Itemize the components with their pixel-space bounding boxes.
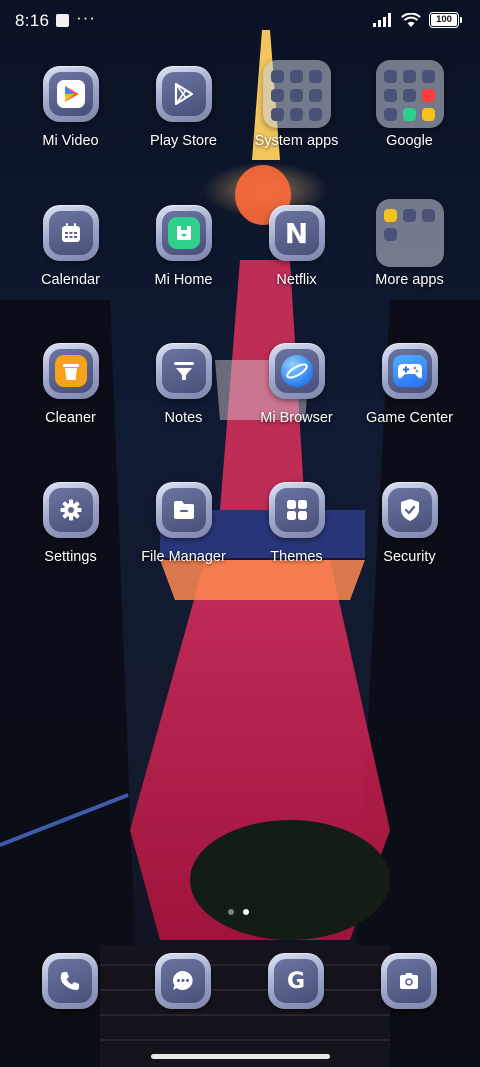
gear-icon xyxy=(42,482,99,538)
app-notes[interactable]: Notes xyxy=(127,343,240,426)
app-game-center[interactable]: Game Center xyxy=(353,343,466,426)
app-label: Settings xyxy=(44,549,97,565)
app-label: System apps xyxy=(254,133,339,149)
mi-video-icon xyxy=(42,66,99,122)
signal-icon xyxy=(373,13,391,27)
status-time: 8:16 xyxy=(15,11,50,30)
wifi-icon xyxy=(401,12,421,27)
notes-icon xyxy=(155,343,212,399)
shield-icon xyxy=(381,482,438,538)
battery-icon: 100 xyxy=(429,12,459,28)
mi-browser-icon xyxy=(268,343,325,399)
folder-google[interactable]: Google xyxy=(353,60,466,149)
app-themes[interactable]: Themes xyxy=(240,482,353,565)
home-indicator[interactable] xyxy=(151,1054,330,1059)
app-label: Calendar xyxy=(41,272,100,288)
file-manager-icon xyxy=(155,482,212,538)
app-file-manager[interactable]: File Manager xyxy=(127,482,240,565)
app-cleaner[interactable]: Cleaner xyxy=(14,343,127,426)
folder-icon xyxy=(375,60,444,128)
dock-phone[interactable] xyxy=(42,953,98,1009)
phone-icon xyxy=(42,953,98,1009)
dock-google[interactable]: G xyxy=(268,953,324,1009)
page-dot-active[interactable] xyxy=(243,909,249,915)
game-center-icon xyxy=(381,343,438,399)
folder-more-apps[interactable]: More apps xyxy=(353,199,466,288)
camera-icon xyxy=(381,953,437,1009)
folder-icon xyxy=(375,199,444,267)
dock-camera[interactable] xyxy=(381,953,437,1009)
app-security[interactable]: Security xyxy=(353,482,466,565)
app-mi-home[interactable]: Mi Home xyxy=(127,205,240,288)
app-label: More apps xyxy=(375,272,444,288)
google-icon: G xyxy=(268,953,324,1009)
app-label: Google xyxy=(386,133,433,149)
battery-level: 100 xyxy=(436,14,452,25)
dock-messages[interactable] xyxy=(155,953,211,1009)
netflix-glyph: N xyxy=(284,216,309,250)
netflix-icon: N xyxy=(268,205,325,261)
notification-square-icon xyxy=(56,14,69,27)
folder-system-apps[interactable]: System apps xyxy=(240,60,353,149)
app-label: Mi Home xyxy=(154,272,213,288)
app-netflix[interactable]: N Netflix xyxy=(240,205,353,288)
themes-icon xyxy=(268,482,325,538)
play-store-icon xyxy=(155,66,212,122)
app-label: Security xyxy=(383,549,436,565)
app-settings[interactable]: Settings xyxy=(14,482,127,565)
app-label: Themes xyxy=(270,549,323,565)
page-indicator[interactable] xyxy=(228,909,249,915)
mi-home-icon xyxy=(155,205,212,261)
app-label: Cleaner xyxy=(45,410,96,426)
page-dot[interactable] xyxy=(228,909,234,915)
folder-icon xyxy=(262,60,331,128)
app-mi-browser[interactable]: Mi Browser xyxy=(240,343,353,426)
app-label: Play Store xyxy=(150,133,217,149)
more-dots-icon: ··· xyxy=(76,8,96,27)
messages-icon xyxy=(155,953,211,1009)
calendar-icon xyxy=(42,205,99,261)
app-label: Mi Video xyxy=(42,133,99,149)
app-label: Netflix xyxy=(276,272,317,288)
app-play-store[interactable]: Play Store xyxy=(127,66,240,149)
app-label: Notes xyxy=(164,410,203,426)
cleaner-icon xyxy=(42,343,99,399)
app-label: Game Center xyxy=(365,410,454,426)
app-calendar[interactable]: Calendar xyxy=(14,205,127,288)
app-label: File Manager xyxy=(141,549,226,565)
app-label: Mi Browser xyxy=(260,410,333,426)
app-mi-video[interactable]: Mi Video xyxy=(14,66,127,149)
status-bar: 8:16 ··· 100 xyxy=(0,0,480,44)
google-glyph: G xyxy=(286,968,306,994)
